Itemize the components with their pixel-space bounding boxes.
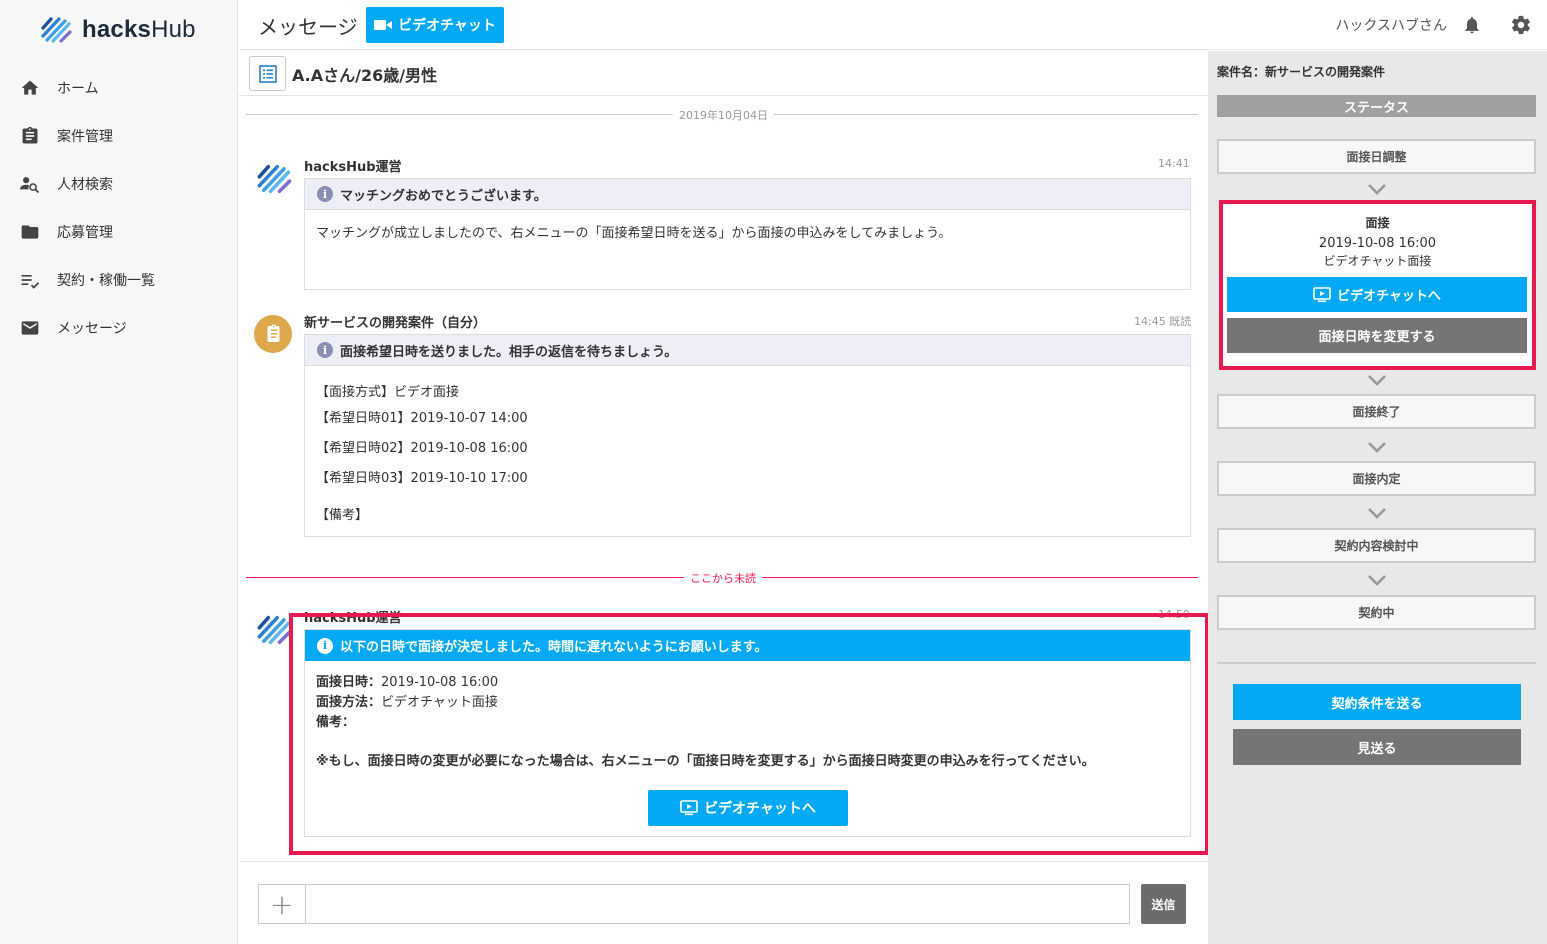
info-icon: i [317, 186, 333, 202]
chevron-down-icon [1368, 442, 1386, 453]
sidebar-nav: ホーム 案件管理 人材検索 応募管理 契約・稼働一覧 メッセージ [0, 64, 238, 352]
video-play-icon [1313, 286, 1331, 302]
message-header-text: 面接希望日時を送りました。相手の返信を待ちましょう。 [340, 344, 678, 360]
list-check-icon [20, 270, 40, 290]
person-search-icon [20, 174, 40, 194]
status-step: 面接内定 [1217, 461, 1536, 496]
message-input[interactable] [305, 884, 1130, 924]
clipboard-icon [20, 126, 40, 146]
sidebar-item-label: 案件管理 [57, 129, 113, 145]
active-status-card: 面接 2019-10-08 16:00 ビデオチャット面接 ビデオチャットへ 面… [1219, 200, 1536, 370]
message-line: 【備考】 [316, 508, 369, 523]
highlight-frame [289, 613, 1209, 855]
message-body: 【面接方式】ビデオ面接 【希望日時01】2019-10-07 14:00 【希望… [305, 366, 1190, 540]
logo[interactable]: hacksHub [40, 14, 196, 46]
sidebar-item-label: 応募管理 [57, 225, 113, 241]
logo-mark-icon [41, 17, 72, 43]
hackshub-avatar [256, 160, 294, 198]
list-document-icon [258, 64, 277, 83]
message-input-area: + 送信 [239, 861, 1207, 944]
panel-video-chat-label: ビデオチャットへ [1337, 289, 1441, 304]
plus-icon: + [270, 887, 294, 921]
message-header-text: マッチングおめでとうございます。 [340, 188, 547, 204]
send-contract-terms-button[interactable]: 契約条件を送る [1233, 684, 1521, 720]
chevron-down-icon [1368, 375, 1386, 386]
folder-icon [20, 222, 40, 242]
message-sender: 新サービスの開発案件（自分） [304, 316, 487, 331]
user-name[interactable]: ハックスハブさん [1335, 15, 1447, 35]
video-chat-button[interactable]: ビデオチャット [366, 7, 504, 43]
mail-icon [20, 318, 40, 338]
sidebar-item-contracts[interactable]: 契約・稼働一覧 [0, 256, 238, 304]
change-interview-date-button[interactable]: 面接日時を変更する [1227, 318, 1527, 353]
message-line: 【希望日時01】2019-10-07 14:00 [316, 411, 528, 426]
status-panel: 案件名：新サービスの開発案件 ステータス 面接日調整 面接 2019-10-08… [1208, 51, 1547, 944]
project-avatar [254, 315, 292, 353]
video-camera-icon [374, 20, 393, 30]
project-name: 案件名：新サービスの開発案件 [1217, 65, 1386, 79]
sidebar-item-projects[interactable]: 案件管理 [0, 112, 238, 160]
chevron-down-icon [1368, 508, 1386, 519]
status-title: ステータス [1217, 95, 1536, 117]
message-body: マッチングが成立しましたので、右メニューの「面接希望日時を送る」から面接の申込み… [316, 226, 952, 241]
date-divider-label: 2019年10月04日 [673, 107, 774, 123]
status-step: 契約内容検討中 [1217, 528, 1536, 563]
message-line: 【面接方式】ビデオ面接 [316, 385, 460, 400]
gear-icon[interactable] [1510, 14, 1532, 40]
profile-sheet-button[interactable] [249, 56, 286, 91]
message-sender: hacksHub運営 [304, 160, 402, 175]
message-header-bar: i 面接希望日時を送りました。相手の返信を待ちましょう。 [305, 335, 1190, 366]
status-step: 契約中 [1217, 595, 1536, 630]
chat-header: A.Aさん/26歳/男性 [239, 51, 1207, 96]
home-icon [20, 78, 40, 98]
message-time: 14:41 [1158, 157, 1190, 170]
chevron-down-icon [1368, 184, 1386, 195]
panel-separator [1217, 662, 1536, 664]
bell-icon[interactable] [1462, 14, 1482, 40]
sidebar-item-label: ホーム [57, 81, 99, 97]
status-step: 面接日調整 [1217, 139, 1536, 174]
sidebar-item-home[interactable]: ホーム [0, 64, 238, 112]
message-card: i 面接希望日時を送りました。相手の返信を待ちましょう。 【面接方式】ビデオ面接… [304, 334, 1191, 537]
active-interview-method: ビデオチャット面接 [1323, 254, 1432, 268]
logo-text: hacksHub [82, 16, 196, 43]
page-title: メッセージ [258, 15, 358, 39]
attach-plus-button[interactable]: + [258, 884, 305, 924]
video-chat-button-label: ビデオチャット [398, 18, 496, 34]
sidebar-item-label: 契約・稼働一覧 [57, 273, 155, 289]
sidebar-item-label: メッセージ [57, 321, 127, 337]
sidebar: hacksHub ホーム 案件管理 人材検索 応募管理 契約・稼働一覧 メッセー… [0, 0, 238, 944]
pass-button[interactable]: 見送る [1233, 729, 1521, 765]
chevron-down-icon [1368, 575, 1386, 586]
message-time-read: 14:45 既読 [1134, 315, 1192, 328]
message-line: 【希望日時02】2019-10-08 16:00 [316, 441, 528, 456]
sidebar-item-label: 人材検索 [57, 177, 113, 193]
status-step: 面接終了 [1217, 394, 1536, 429]
top-header: メッセージ ビデオチャット ハックスハブさん [239, 0, 1547, 50]
message-line: 【希望日時03】2019-10-10 17:00 [316, 471, 528, 486]
chat-person-title: A.Aさん/26歳/男性 [292, 66, 438, 85]
message-card: i マッチングおめでとうございます。 マッチングが成立しましたので、右メニューの… [304, 178, 1191, 290]
panel-video-chat-button[interactable]: ビデオチャットへ [1227, 277, 1527, 312]
active-status-title: 面接 [1365, 216, 1390, 230]
sidebar-item-applications[interactable]: 応募管理 [0, 208, 238, 256]
sidebar-item-talent-search[interactable]: 人材検索 [0, 160, 238, 208]
sidebar-item-messages[interactable]: メッセージ [0, 304, 238, 352]
send-button[interactable]: 送信 [1141, 884, 1186, 924]
info-icon: i [317, 342, 333, 358]
unread-divider-label: ここから未読 [684, 570, 762, 586]
message-header-bar: i マッチングおめでとうございます。 [305, 179, 1190, 210]
active-interview-date: 2019-10-08 16:00 [1318, 236, 1437, 251]
